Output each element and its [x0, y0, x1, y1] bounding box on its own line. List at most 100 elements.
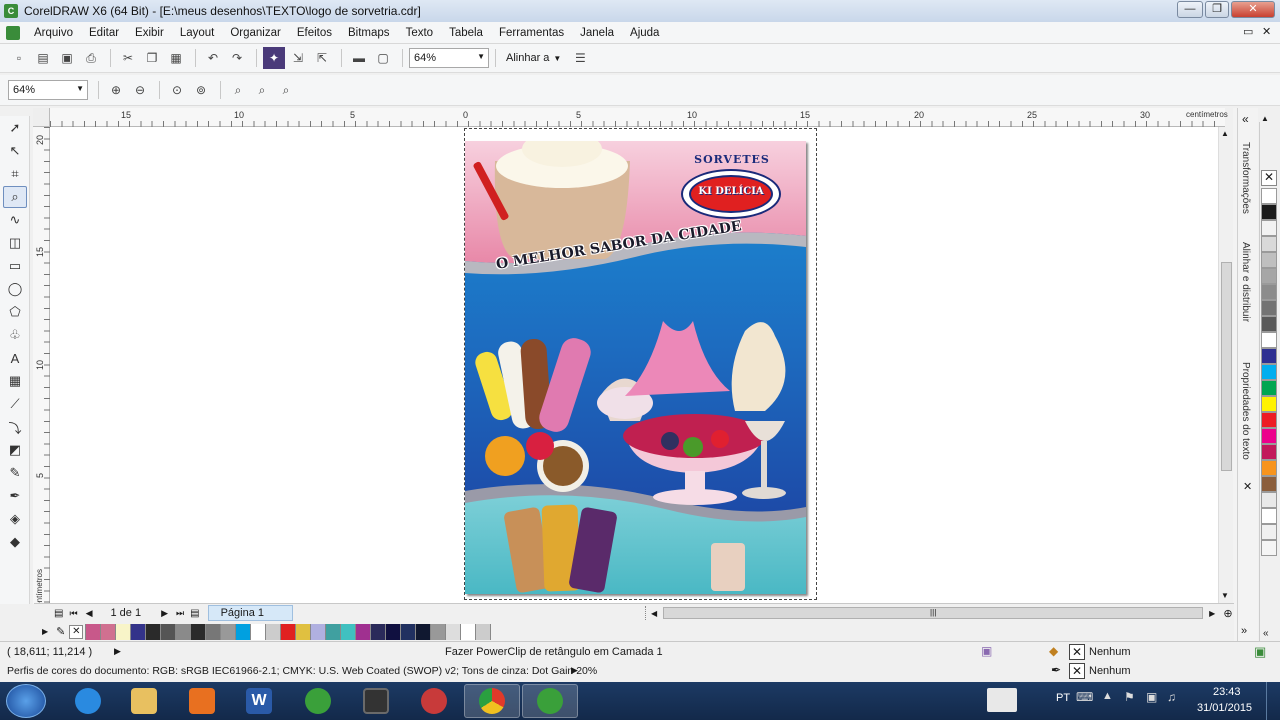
zoom-tool-icon[interactable]: ⌕	[3, 186, 27, 208]
vertical-scrollbar[interactable]: ▲ ▼	[1218, 127, 1233, 604]
document-color-swatch[interactable]	[416, 623, 432, 640]
document-color-swatch[interactable]	[191, 623, 207, 640]
document-color-swatch[interactable]	[311, 623, 327, 640]
zoom-selected-icon[interactable]: ⊙	[166, 79, 188, 101]
document-color-swatch[interactable]	[386, 623, 402, 640]
doc-close-icon[interactable]: ✕	[1262, 25, 1271, 38]
language-indicator[interactable]: PT	[1056, 692, 1070, 704]
document-color-swatch[interactable]	[461, 623, 477, 640]
publish-pdf-icon[interactable]: ▬	[348, 47, 370, 69]
document-color-swatch[interactable]	[296, 623, 312, 640]
taskbar-media-player[interactable]	[174, 684, 230, 718]
taskbar-snipping-tool[interactable]	[406, 684, 462, 718]
document-color-swatch[interactable]	[146, 623, 162, 640]
last-page-icon[interactable]: ⏭	[176, 608, 184, 619]
close-button[interactable]: ✕	[1231, 1, 1275, 18]
color-swatch[interactable]	[1261, 188, 1277, 204]
zoom-all-icon[interactable]: ⊚	[190, 79, 212, 101]
next-page-icon[interactable]: ▶	[161, 608, 168, 619]
print-icon[interactable]: ⎙	[80, 47, 102, 69]
document-color-swatch[interactable]	[116, 623, 132, 640]
document-icon[interactable]	[6, 26, 20, 40]
pen-input-icon[interactable]	[987, 688, 1017, 712]
color-swatch[interactable]	[1261, 284, 1277, 300]
redo-icon[interactable]: ↷	[226, 47, 248, 69]
first-page-icon[interactable]: ⏮	[69, 608, 77, 619]
new-icon[interactable]: ▫	[8, 47, 30, 69]
zoom-out-icon[interactable]: ⊖	[129, 79, 151, 101]
application-launcher-icon[interactable]: ▢	[372, 47, 394, 69]
document-color-swatch[interactable]	[431, 623, 447, 640]
horizontal-scroll-thumb[interactable]: |||	[663, 607, 1204, 619]
outline-indicator-icon[interactable]: ✒	[1051, 663, 1061, 677]
color-swatch[interactable]	[1261, 524, 1277, 540]
profile-expand-icon[interactable]: ▶	[571, 665, 578, 676]
zoom-select[interactable]: 64% ▼	[8, 80, 88, 100]
menu-efeitos[interactable]: Efeitos	[289, 27, 340, 39]
open-icon[interactable]: ▤	[32, 47, 54, 69]
document-color-swatch[interactable]	[326, 623, 342, 640]
menu-ajuda[interactable]: Ajuda	[622, 27, 667, 39]
splitter[interactable]	[645, 606, 649, 620]
polygon-tool-icon[interactable]: ⬠	[3, 301, 27, 323]
document-color-swatch[interactable]	[101, 623, 117, 640]
close-docker-icon[interactable]: ✕	[1243, 480, 1252, 493]
taskbar-chrome[interactable]	[464, 684, 520, 718]
color-swatch[interactable]	[1261, 252, 1277, 268]
color-swatch[interactable]	[1261, 380, 1277, 396]
color-swatch[interactable]	[1261, 364, 1277, 380]
taskbar-explorer[interactable]	[116, 684, 172, 718]
options-icon[interactable]: ☰	[569, 47, 591, 69]
color-swatch[interactable]	[1261, 204, 1277, 220]
action-center-icon[interactable]: ⚑	[1124, 690, 1135, 704]
blend-tool-icon[interactable]: ◩	[3, 439, 27, 461]
taskbar-coreldraw[interactable]	[290, 684, 346, 718]
scroll-thumb[interactable]	[1221, 262, 1232, 471]
minimize-button[interactable]: —	[1177, 1, 1203, 18]
color-swatch[interactable]	[1261, 492, 1277, 508]
interactive-fill-icon[interactable]: ◆	[3, 531, 27, 553]
document-color-swatch[interactable]	[266, 623, 282, 640]
palette-scroll-up-icon[interactable]: ▲	[1261, 114, 1269, 123]
smart-fill-icon[interactable]: ◫	[3, 232, 27, 254]
color-swatch[interactable]	[1261, 220, 1277, 236]
poster-artwork[interactable]: SORVETES KI DELÍCIA O MELHOR SABOR DA CI…	[465, 141, 806, 594]
no-color-swatch[interactable]: ✕	[1261, 170, 1277, 186]
color-swatch[interactable]	[1261, 508, 1277, 524]
menu-bitmaps[interactable]: Bitmaps	[340, 27, 398, 39]
color-proof-icon[interactable]: ▣	[981, 644, 992, 658]
zoom-level-select[interactable]: 64% ▼	[409, 48, 489, 68]
document-color-swatch[interactable]	[281, 623, 297, 640]
color-swatch[interactable]	[1261, 236, 1277, 252]
color-swatch[interactable]	[1261, 332, 1277, 348]
docker-tab-transformacoes[interactable]: Transformações	[1240, 142, 1251, 214]
basic-shapes-icon[interactable]: ♧	[3, 324, 27, 346]
connector-tool-icon[interactable]: ⤵	[3, 416, 27, 438]
menu-tabela[interactable]: Tabela	[441, 27, 491, 39]
document-color-swatch[interactable]	[371, 623, 387, 640]
rectangle-tool-icon[interactable]: ▭	[3, 255, 27, 277]
collapse-docker-icon[interactable]: «	[1242, 112, 1249, 126]
prev-page-icon[interactable]: ◀	[86, 608, 93, 619]
fill-indicator-icon[interactable]: ◆	[1049, 644, 1058, 658]
save-icon[interactable]: ▣	[56, 47, 78, 69]
coords-expand-icon[interactable]: ▶	[114, 646, 121, 657]
volume-muted-icon[interactable]: ♫	[1167, 690, 1176, 704]
show-desktop-button[interactable]	[1266, 682, 1280, 720]
color-swatch[interactable]	[1261, 268, 1277, 284]
document-color-swatch[interactable]	[86, 623, 102, 640]
color-swatch[interactable]	[1261, 476, 1277, 492]
menu-ferramentas[interactable]: Ferramentas	[491, 27, 572, 39]
menu-texto[interactable]: Texto	[398, 27, 442, 39]
scroll-up-icon[interactable]: ▲	[1221, 129, 1229, 138]
menu-layout[interactable]: Layout	[172, 27, 223, 39]
fill-none-swatch[interactable]: ✕	[1069, 644, 1085, 660]
color-swatch[interactable]	[1261, 300, 1277, 316]
crop-tool-icon[interactable]: ⌗	[3, 163, 27, 185]
color-swatch[interactable]	[1261, 396, 1277, 412]
clock-time[interactable]: 23:43	[1213, 686, 1241, 698]
document-color-swatch[interactable]	[161, 623, 177, 640]
eyedropper-tool-icon[interactable]: ✎	[3, 462, 27, 484]
dimension-tool-icon[interactable]: ⟋	[3, 393, 27, 415]
zoom-width-icon[interactable]: ⌕	[251, 79, 273, 101]
